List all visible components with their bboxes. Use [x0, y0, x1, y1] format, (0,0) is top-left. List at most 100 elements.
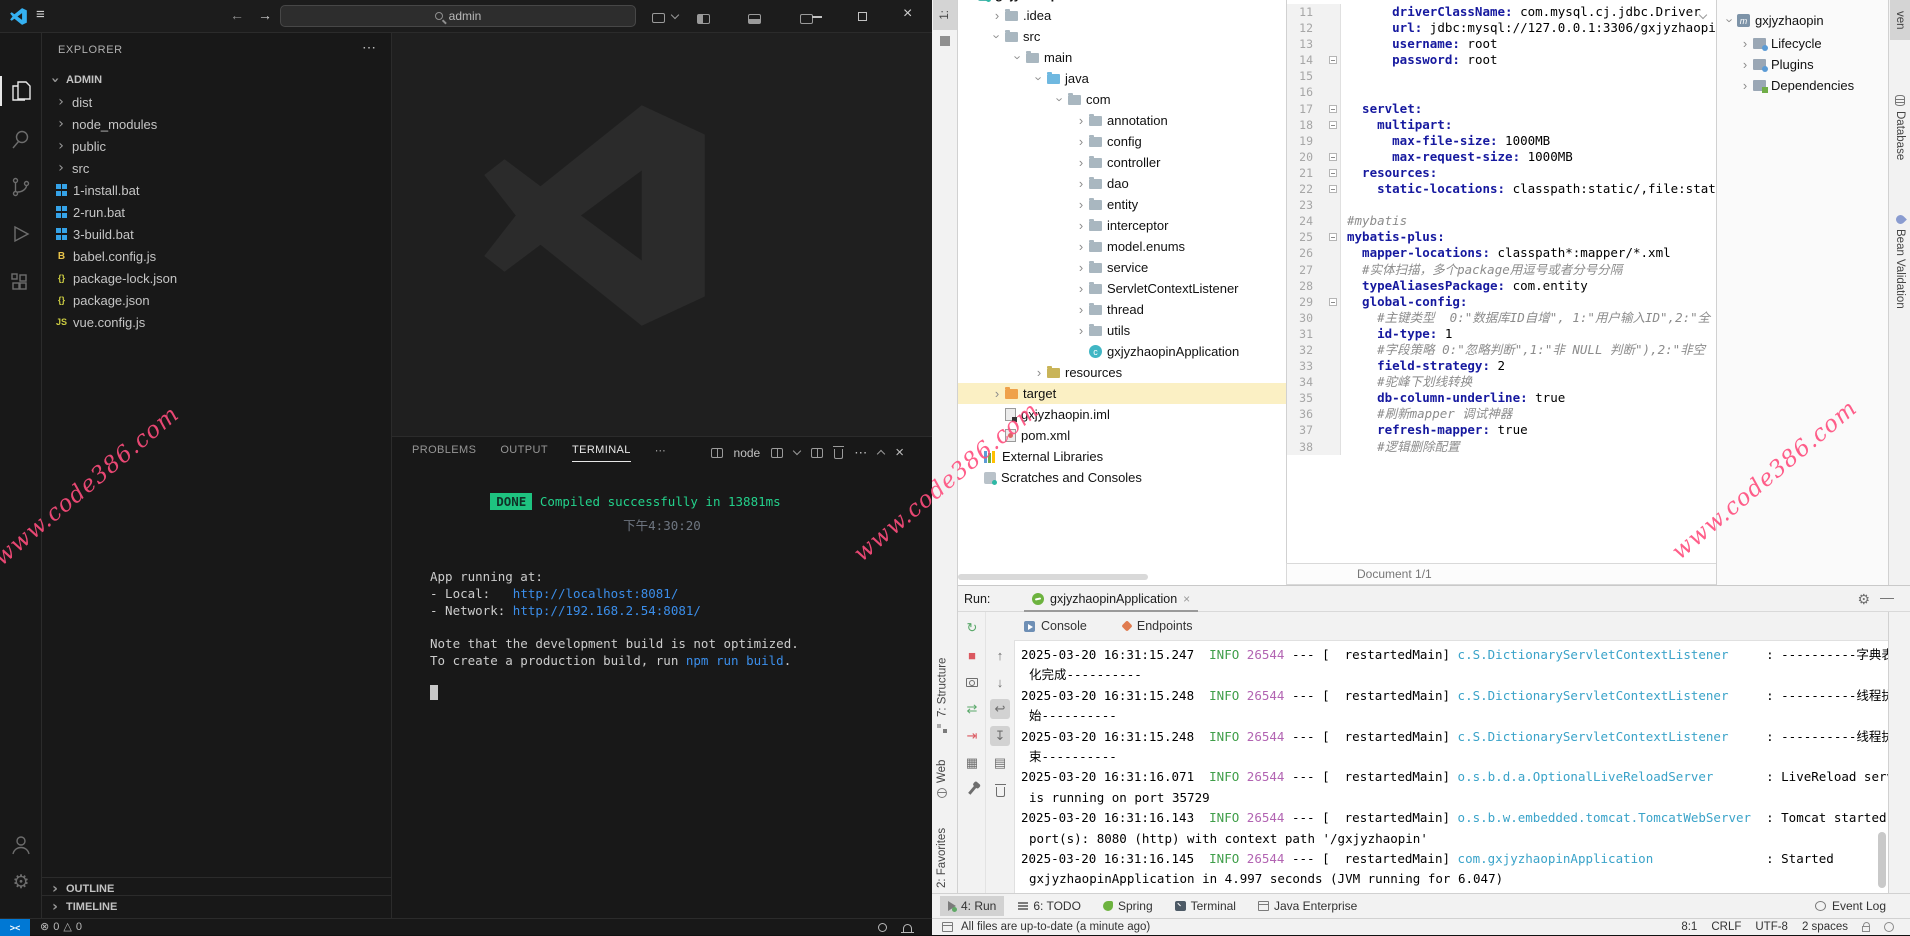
notifications-bell-icon[interactable] [903, 924, 912, 932]
tree-item-scratches-and-consoles[interactable]: Scratches and Consoles [958, 467, 1286, 488]
extensions-icon[interactable] [9, 271, 33, 295]
maven-item-plugins[interactable]: ›Plugins [1737, 54, 1814, 75]
project-section-admin[interactable]: › ADMIN [42, 69, 391, 91]
maven-root-row[interactable]: › m gxjyzhaopin [1723, 10, 1824, 31]
run-configuration-tab[interactable]: gxjyzhaopinApplication × [1024, 588, 1198, 613]
toolwindow-button-6-todo[interactable]: 6: TODO [1010, 896, 1089, 916]
tree-item-interceptor[interactable]: ›interceptor [958, 215, 1286, 236]
run-view-tab-console[interactable]: Console [1024, 619, 1087, 633]
panel-tab-problems[interactable]: PROBLEMS [412, 444, 476, 462]
explorer-file-package-lock-json[interactable]: {}package-lock.json [42, 267, 391, 289]
restart-springs-icon[interactable]: ⇄ [962, 699, 982, 719]
maximize-button[interactable] [858, 12, 867, 21]
source-control-icon[interactable] [9, 175, 33, 199]
explorer-icon[interactable] [9, 79, 33, 103]
panel-tab-output[interactable]: OUTPUT [500, 444, 548, 462]
panel-tabs-more-icon[interactable]: ⋯ [655, 444, 666, 462]
exit-icon[interactable]: ⇥ [962, 726, 982, 746]
explorer-folder-node-modules[interactable]: ›node_modules [42, 113, 391, 135]
launch-profile-icon[interactable] [771, 448, 783, 458]
tree-item-dao[interactable]: ›dao [958, 173, 1286, 194]
terminal-output[interactable]: DONE Compiled successfully in 13881ms 下午… [392, 469, 932, 919]
maven-item-lifecycle[interactable]: ›Lifecycle [1737, 33, 1822, 54]
camera-icon[interactable] [962, 672, 982, 692]
run-settings-gear-icon[interactable]: ⚙ [1857, 591, 1870, 608]
explorer-folder-dist[interactable]: ›dist [42, 91, 391, 113]
tree-item-pom-xml[interactable]: pom.xml [958, 425, 1286, 446]
indent-setting[interactable]: 2 spaces [1802, 921, 1848, 933]
panel-more-icon[interactable]: ⋯ [854, 445, 867, 461]
toggle-secondary-sidebar-icon[interactable] [800, 14, 813, 24]
soft-wrap-icon[interactable]: ↩ [990, 699, 1010, 719]
maven-toolwindow-tab[interactable]: ven [1890, 0, 1910, 40]
maximize-panel-icon[interactable] [877, 450, 885, 458]
up-stacktrace-icon[interactable]: ↑ [990, 645, 1010, 665]
readonly-lock-icon[interactable] [1862, 926, 1870, 932]
launch-profile-dropdown-icon[interactable] [793, 447, 801, 455]
tree-item-resources[interactable]: ›resources [958, 362, 1286, 383]
nav-forward-icon[interactable]: → [258, 7, 272, 23]
close-run-tab-icon[interactable]: × [1183, 592, 1190, 606]
nav-back-icon[interactable]: ← [230, 7, 244, 23]
hector-icon[interactable] [1884, 922, 1894, 932]
tree-item-idea[interactable]: ›.idea [958, 5, 1286, 26]
layout-customize-icon[interactable] [652, 10, 665, 28]
editor-watermark-area[interactable] [392, 33, 932, 436]
tree-item-gxjyzhaopin-iml[interactable]: gxjyzhaopin.iml [958, 404, 1286, 425]
stop-icon[interactable]: ■ [962, 645, 982, 665]
structure-toolwindow-tab[interactable]: 7: Structure [936, 630, 949, 735]
feedback-icon[interactable] [878, 923, 887, 932]
toggle-panel-icon[interactable] [748, 14, 761, 24]
event-log-button[interactable]: Event Log [1815, 899, 1910, 913]
caret-position[interactable]: 8:1 [1681, 921, 1697, 933]
tree-item-src[interactable]: ›src [958, 26, 1286, 47]
explorer-file-package-json[interactable]: {}package.json [42, 289, 391, 311]
run-console[interactable]: 2025-03-20 16:31:15.247 INFO 26544 --- [… [1014, 640, 1888, 893]
console-scrollbar[interactable] [1878, 832, 1886, 888]
rerun-icon[interactable]: ↻ [962, 618, 982, 638]
kill-terminal-icon[interactable] [834, 449, 843, 459]
tree-item-gxjyzhaopinapplication[interactable]: cgxjyzhaopinApplication [958, 341, 1286, 362]
close-panel-icon[interactable]: × [895, 444, 904, 461]
tree-item-entity[interactable]: ›entity [958, 194, 1286, 215]
account-icon[interactable] [9, 833, 33, 857]
down-stacktrace-icon[interactable]: ↓ [990, 672, 1010, 692]
clear-console-icon[interactable] [990, 780, 1010, 800]
layout-dropdown-icon[interactable] [671, 11, 679, 19]
print-icon[interactable]: ▤ [990, 753, 1010, 773]
toolwindow-button-java-enterprise[interactable]: Java Enterprise [1250, 896, 1365, 916]
tree-item-external-libraries[interactable]: External Libraries [958, 446, 1286, 467]
explorer-file-vue-config-js[interactable]: JSvue.config.js [42, 311, 391, 333]
layout-grid-icon[interactable]: ▦ [962, 753, 982, 773]
web-toolwindow-tab[interactable]: Web [936, 743, 948, 798]
search-sidebar-icon[interactable] [9, 127, 33, 151]
remote-indicator[interactable]: >< [0, 919, 30, 936]
timeline-section[interactable]: › TIMELINE [42, 895, 391, 917]
file-encoding[interactable]: UTF-8 [1755, 921, 1788, 933]
tree-item-service[interactable]: ›service [958, 257, 1286, 278]
scroll-to-end-icon[interactable]: ↧ [990, 726, 1010, 746]
pin-tab-icon[interactable] [962, 780, 982, 800]
minimize-button[interactable] [812, 16, 822, 18]
tree-item-main[interactable]: ›main [958, 47, 1286, 68]
toolwindow-button-spring[interactable]: Spring [1095, 896, 1161, 916]
explorer-folder-public[interactable]: ›public [42, 135, 391, 157]
tree-item-servletcontextlistener[interactable]: ›ServletContextListener [958, 278, 1286, 299]
tree-item-target[interactable]: ›target [958, 383, 1286, 404]
tree-item-controller[interactable]: ›controller [958, 152, 1286, 173]
network-url-link[interactable]: http://192.168.2.54:8081/ [513, 603, 701, 618]
tree-item-utils[interactable]: ›utils [958, 320, 1286, 341]
tree-item-config[interactable]: ›config [958, 131, 1286, 152]
problems-status[interactable]: ⊗0 △0 [40, 920, 82, 933]
tree-horizontal-scrollbar[interactable] [958, 574, 1148, 580]
bean-validation-toolwindow-tab[interactable]: Bean Validation [1894, 215, 1906, 340]
run-debug-icon[interactable] [9, 223, 33, 247]
database-toolwindow-tab[interactable]: Database [1894, 95, 1906, 190]
toolwindow-button-4-run[interactable]: 4: Run [940, 896, 1004, 916]
maven-item-dependencies[interactable]: ›Dependencies [1737, 75, 1854, 96]
panel-tab-terminal[interactable]: TERMINAL [572, 444, 631, 462]
tree-item-com[interactable]: ›com [958, 89, 1286, 110]
explorer-file-3-build-bat[interactable]: 3-build.bat [42, 223, 391, 245]
toggle-sidebar-icon[interactable] [697, 14, 710, 24]
hide-panel-icon[interactable]: — [1880, 589, 1894, 605]
